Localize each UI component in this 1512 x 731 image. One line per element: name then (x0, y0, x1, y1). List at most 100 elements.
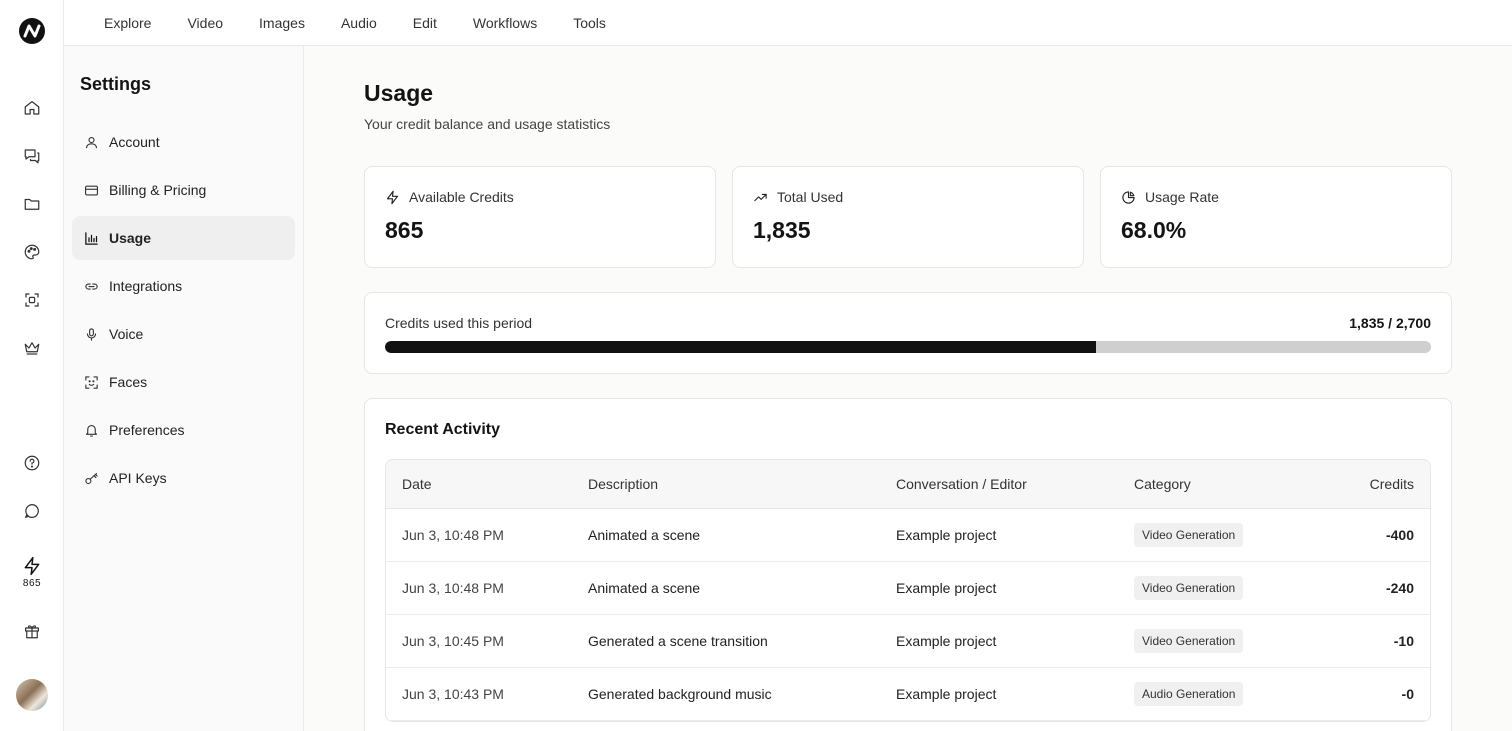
cell-editor[interactable]: Example project (880, 686, 1118, 702)
cell-description: Generated background music (588, 686, 772, 702)
stat-value: 865 (385, 217, 424, 243)
settings-item-account[interactable]: Account (72, 120, 295, 164)
cell-description: Animated a scene (588, 580, 701, 596)
recent-activity-title: Recent Activity (385, 421, 500, 438)
settings-item-label: Integrations (109, 278, 183, 294)
home-icon[interactable] (20, 96, 44, 120)
settings-item-voice[interactable]: Voice (72, 312, 295, 356)
bar-chart-icon (85, 231, 98, 245)
column-header-editor: Conversation / Editor (896, 476, 1027, 492)
table-row[interactable]: Jun 3, 10:48 PM Animated a scene Example… (386, 562, 1430, 615)
category-badge: Audio Generation (1134, 682, 1244, 706)
credits-progress-bar (385, 341, 1431, 353)
palette-icon[interactable] (20, 240, 44, 264)
lightning-icon (24, 556, 40, 576)
cell-credits: -0 (1401, 686, 1414, 702)
user-icon (85, 136, 98, 148)
settings-menu: Account Billing & Pricing Usage Integrat… (72, 120, 295, 504)
left-rail: 865 (0, 0, 64, 731)
table-row[interactable]: Jun 3, 10:45 PM Generated a scene transi… (386, 615, 1430, 668)
page-subtitle: Your credit balance and usage statistics (364, 116, 611, 132)
cell-editor[interactable]: Example project (880, 580, 1118, 596)
bell-icon (85, 424, 98, 437)
cell-editor[interactable]: Example project (880, 527, 1118, 543)
credit-card-icon (85, 185, 98, 195)
table-row[interactable]: Jun 3, 10:43 PM Generated background mus… (386, 668, 1430, 721)
activity-table: Date Description Conversation / Editor C… (385, 459, 1431, 722)
settings-item-label: Faces (109, 374, 148, 390)
settings-sidebar: Settings Account Billing & Pricing Usage… (64, 46, 304, 731)
cell-description: Generated a scene transition (588, 633, 768, 649)
cell-date: Jun 3, 10:48 PM (402, 527, 504, 543)
table-header: Date Description Conversation / Editor C… (386, 460, 1430, 509)
cell-credits: -240 (1385, 580, 1414, 596)
stat-card-total-used: Total Used 1,835 (732, 166, 1084, 268)
credits-button[interactable]: 865 (12, 556, 52, 596)
avatar[interactable] (16, 679, 48, 711)
settings-item-usage[interactable]: Usage (72, 216, 295, 260)
microphone-icon (86, 327, 97, 341)
top-nav: Explore Video Images Audio Edit Workflow… (64, 0, 1512, 46)
chat-icon[interactable] (20, 144, 44, 168)
pie-chart-icon (1122, 190, 1135, 204)
app-logo-icon[interactable] (18, 17, 46, 45)
column-header-category: Category (1134, 476, 1191, 492)
table-row[interactable]: Jun 3, 10:48 PM Animated a scene Example… (386, 509, 1430, 562)
settings-item-billing[interactable]: Billing & Pricing (72, 168, 295, 212)
settings-title: Settings (80, 74, 152, 94)
cell-date: Jun 3, 10:43 PM (402, 686, 504, 702)
settings-item-label: Billing & Pricing (109, 182, 207, 198)
credits-period-card: Credits used this period 1,835 / 2,700 (364, 292, 1452, 374)
column-header-date: Date (402, 476, 432, 492)
stat-value: 1,835 (753, 217, 811, 243)
credits-progress-fill (385, 341, 1096, 353)
page-title: Usage (364, 80, 434, 106)
stat-card-usage-rate: Usage Rate 68.0% (1100, 166, 1452, 268)
nav-edit[interactable]: Edit (413, 15, 437, 31)
settings-item-label: Usage (109, 230, 152, 246)
recent-activity-card: Recent Activity Date Description Convers… (364, 398, 1452, 731)
stat-label: Total Used (777, 189, 844, 205)
cell-date: Jun 3, 10:45 PM (402, 633, 504, 649)
column-header-description: Description (588, 476, 659, 492)
settings-item-label: Account (109, 134, 160, 150)
stat-value: 68.0% (1121, 217, 1187, 243)
category-badge: Video Generation (1134, 523, 1244, 547)
folder-icon[interactable] (20, 192, 44, 216)
nav-workflows[interactable]: Workflows (473, 15, 537, 31)
nav-explore[interactable]: Explore (104, 15, 151, 31)
crown-icon[interactable] (20, 336, 44, 360)
settings-item-faces[interactable]: Faces (72, 360, 295, 404)
stat-label: Available Credits (409, 189, 514, 205)
column-header-credits: Credits (1369, 476, 1414, 492)
settings-item-label: Preferences (109, 422, 185, 438)
period-summary: 1,835 / 2,700 (1349, 315, 1431, 331)
settings-item-integrations[interactable]: Integrations (72, 264, 295, 308)
settings-item-label: API Keys (109, 470, 167, 486)
category-badge: Video Generation (1134, 576, 1244, 600)
period-label: Credits used this period (385, 315, 533, 331)
usage-main: Usage Your credit balance and usage stat… (304, 46, 1512, 731)
stat-card-available-credits: Available Credits 865 (364, 166, 716, 268)
scan-icon[interactable] (20, 288, 44, 312)
feedback-icon[interactable] (20, 499, 44, 523)
settings-item-preferences[interactable]: Preferences (72, 408, 295, 452)
cell-credits: -400 (1385, 527, 1414, 543)
category-badge: Video Generation (1134, 629, 1244, 653)
link-icon (85, 282, 98, 290)
nav-video[interactable]: Video (187, 15, 223, 31)
help-icon[interactable] (20, 451, 44, 475)
settings-item-label: Voice (109, 326, 144, 342)
gift-icon[interactable] (20, 619, 44, 643)
credits-count: 865 (22, 578, 42, 589)
cell-date: Jun 3, 10:48 PM (402, 580, 504, 596)
stat-label: Usage Rate (1145, 189, 1219, 205)
cell-credits: -10 (1393, 633, 1414, 649)
settings-item-api-keys[interactable]: API Keys (72, 456, 295, 500)
cell-editor[interactable]: Example project (880, 633, 1118, 649)
nav-tools[interactable]: Tools (573, 15, 606, 31)
nav-images[interactable]: Images (259, 15, 305, 31)
nav-audio[interactable]: Audio (341, 15, 377, 31)
key-icon (85, 472, 98, 484)
face-scan-icon (85, 375, 98, 389)
